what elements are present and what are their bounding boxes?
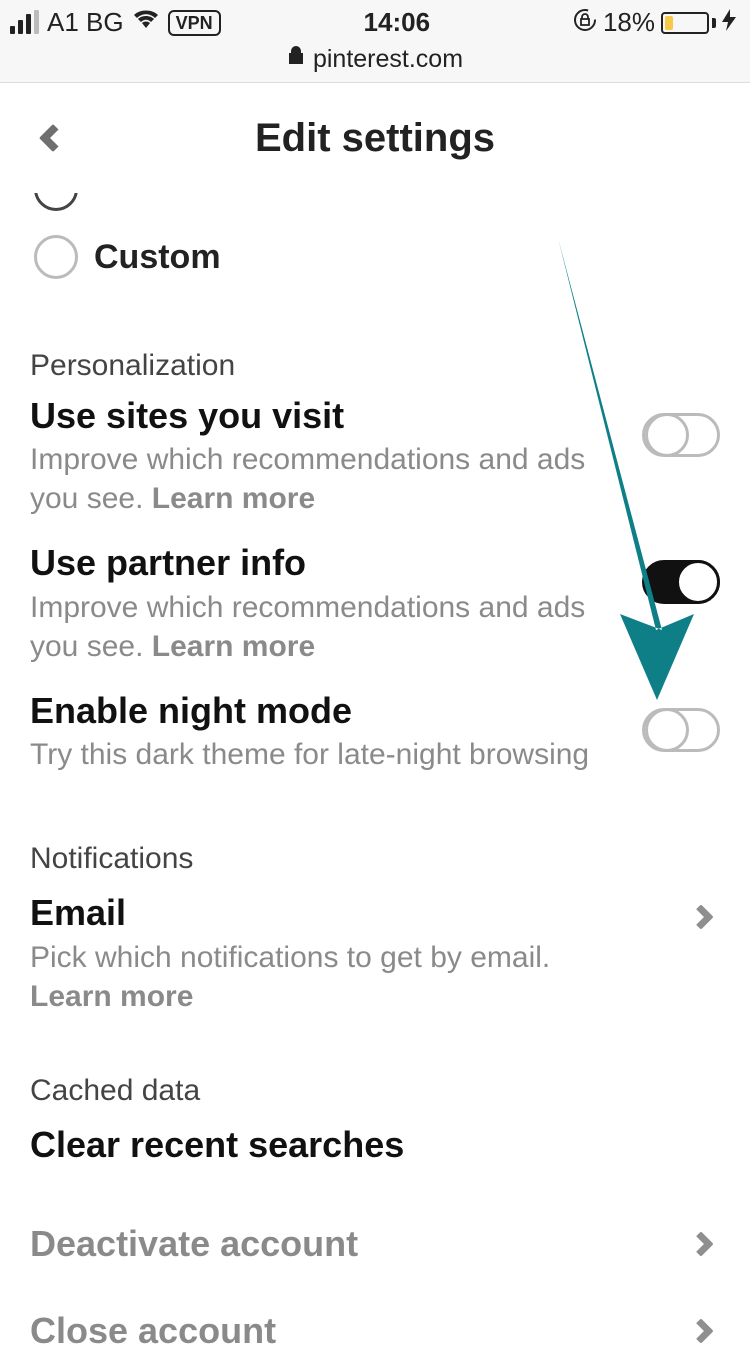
section-header-notifications: Notifications bbox=[30, 842, 720, 876]
page-title: Edit settings bbox=[255, 116, 495, 161]
carrier-label: A1 BG bbox=[47, 7, 124, 38]
battery-percent: 18% bbox=[603, 7, 655, 38]
link-close-account[interactable]: Close account bbox=[30, 1300, 720, 1369]
setting-title: Use sites you visit bbox=[30, 395, 618, 436]
radio-option-cutoff[interactable] bbox=[30, 193, 720, 223]
lock-icon bbox=[287, 45, 305, 71]
toggle-use-sites[interactable] bbox=[642, 413, 720, 457]
action-clear-recent-searches[interactable]: Clear recent searches bbox=[30, 1114, 720, 1183]
battery-icon bbox=[661, 12, 716, 34]
status-left: A1 BG VPN bbox=[10, 7, 221, 38]
radio-option-custom[interactable]: Custom bbox=[30, 227, 720, 309]
setting-desc: Improve which recommendations and ads yo… bbox=[30, 588, 618, 666]
settings-content: Custom Personalization Use sites you vis… bbox=[0, 193, 750, 1370]
setting-title: Use partner info bbox=[30, 542, 618, 583]
app-header: Edit settings bbox=[0, 83, 750, 193]
vpn-badge: VPN bbox=[168, 10, 221, 36]
setting-night-mode: Enable night mode Try this dark theme fo… bbox=[30, 684, 720, 792]
link-deactivate-account[interactable]: Deactivate account bbox=[30, 1213, 720, 1282]
setting-desc: Pick which notifications to get by email… bbox=[30, 938, 692, 1016]
link-email-notifications[interactable]: Email Pick which notifications to get by… bbox=[30, 882, 720, 1033]
radio-icon bbox=[34, 235, 78, 279]
setting-title: Clear recent searches bbox=[30, 1124, 404, 1165]
section-header-cached: Cached data bbox=[30, 1074, 720, 1108]
browser-url-bar[interactable]: pinterest.com bbox=[0, 45, 750, 83]
learn-more-link[interactable]: Learn more bbox=[30, 980, 193, 1013]
setting-title: Close account bbox=[30, 1310, 276, 1351]
chevron-right-icon bbox=[688, 1318, 713, 1343]
browser-url-text: pinterest.com bbox=[313, 45, 463, 74]
chevron-left-icon bbox=[39, 124, 67, 152]
chevron-right-icon bbox=[688, 904, 713, 929]
setting-partner-info: Use partner info Improve which recommend… bbox=[30, 536, 720, 683]
back-button[interactable] bbox=[28, 113, 78, 163]
learn-more-link[interactable]: Learn more bbox=[152, 482, 315, 515]
cellular-signal-icon bbox=[10, 12, 39, 34]
status-time: 14:06 bbox=[364, 7, 431, 38]
toggle-night-mode[interactable] bbox=[642, 708, 720, 752]
charging-bolt-icon bbox=[722, 9, 736, 37]
setting-title: Deactivate account bbox=[30, 1223, 358, 1264]
chevron-right-icon bbox=[688, 1231, 713, 1256]
setting-use-sites: Use sites you visit Improve which recomm… bbox=[30, 389, 720, 536]
status-bar: A1 BG VPN 14:06 18% bbox=[0, 0, 750, 45]
section-header-personalization: Personalization bbox=[30, 349, 720, 383]
setting-desc: Improve which recommendations and ads yo… bbox=[30, 440, 618, 518]
wifi-icon bbox=[132, 8, 160, 37]
radio-icon bbox=[34, 193, 78, 211]
setting-desc: Try this dark theme for late-night brows… bbox=[30, 735, 618, 774]
status-right: 18% bbox=[573, 7, 736, 38]
setting-title: Email bbox=[30, 892, 692, 933]
setting-title: Enable night mode bbox=[30, 690, 618, 731]
learn-more-link[interactable]: Learn more bbox=[152, 630, 315, 663]
orientation-lock-icon bbox=[573, 8, 597, 38]
radio-label: Custom bbox=[94, 238, 221, 277]
toggle-partner-info[interactable] bbox=[642, 560, 720, 604]
